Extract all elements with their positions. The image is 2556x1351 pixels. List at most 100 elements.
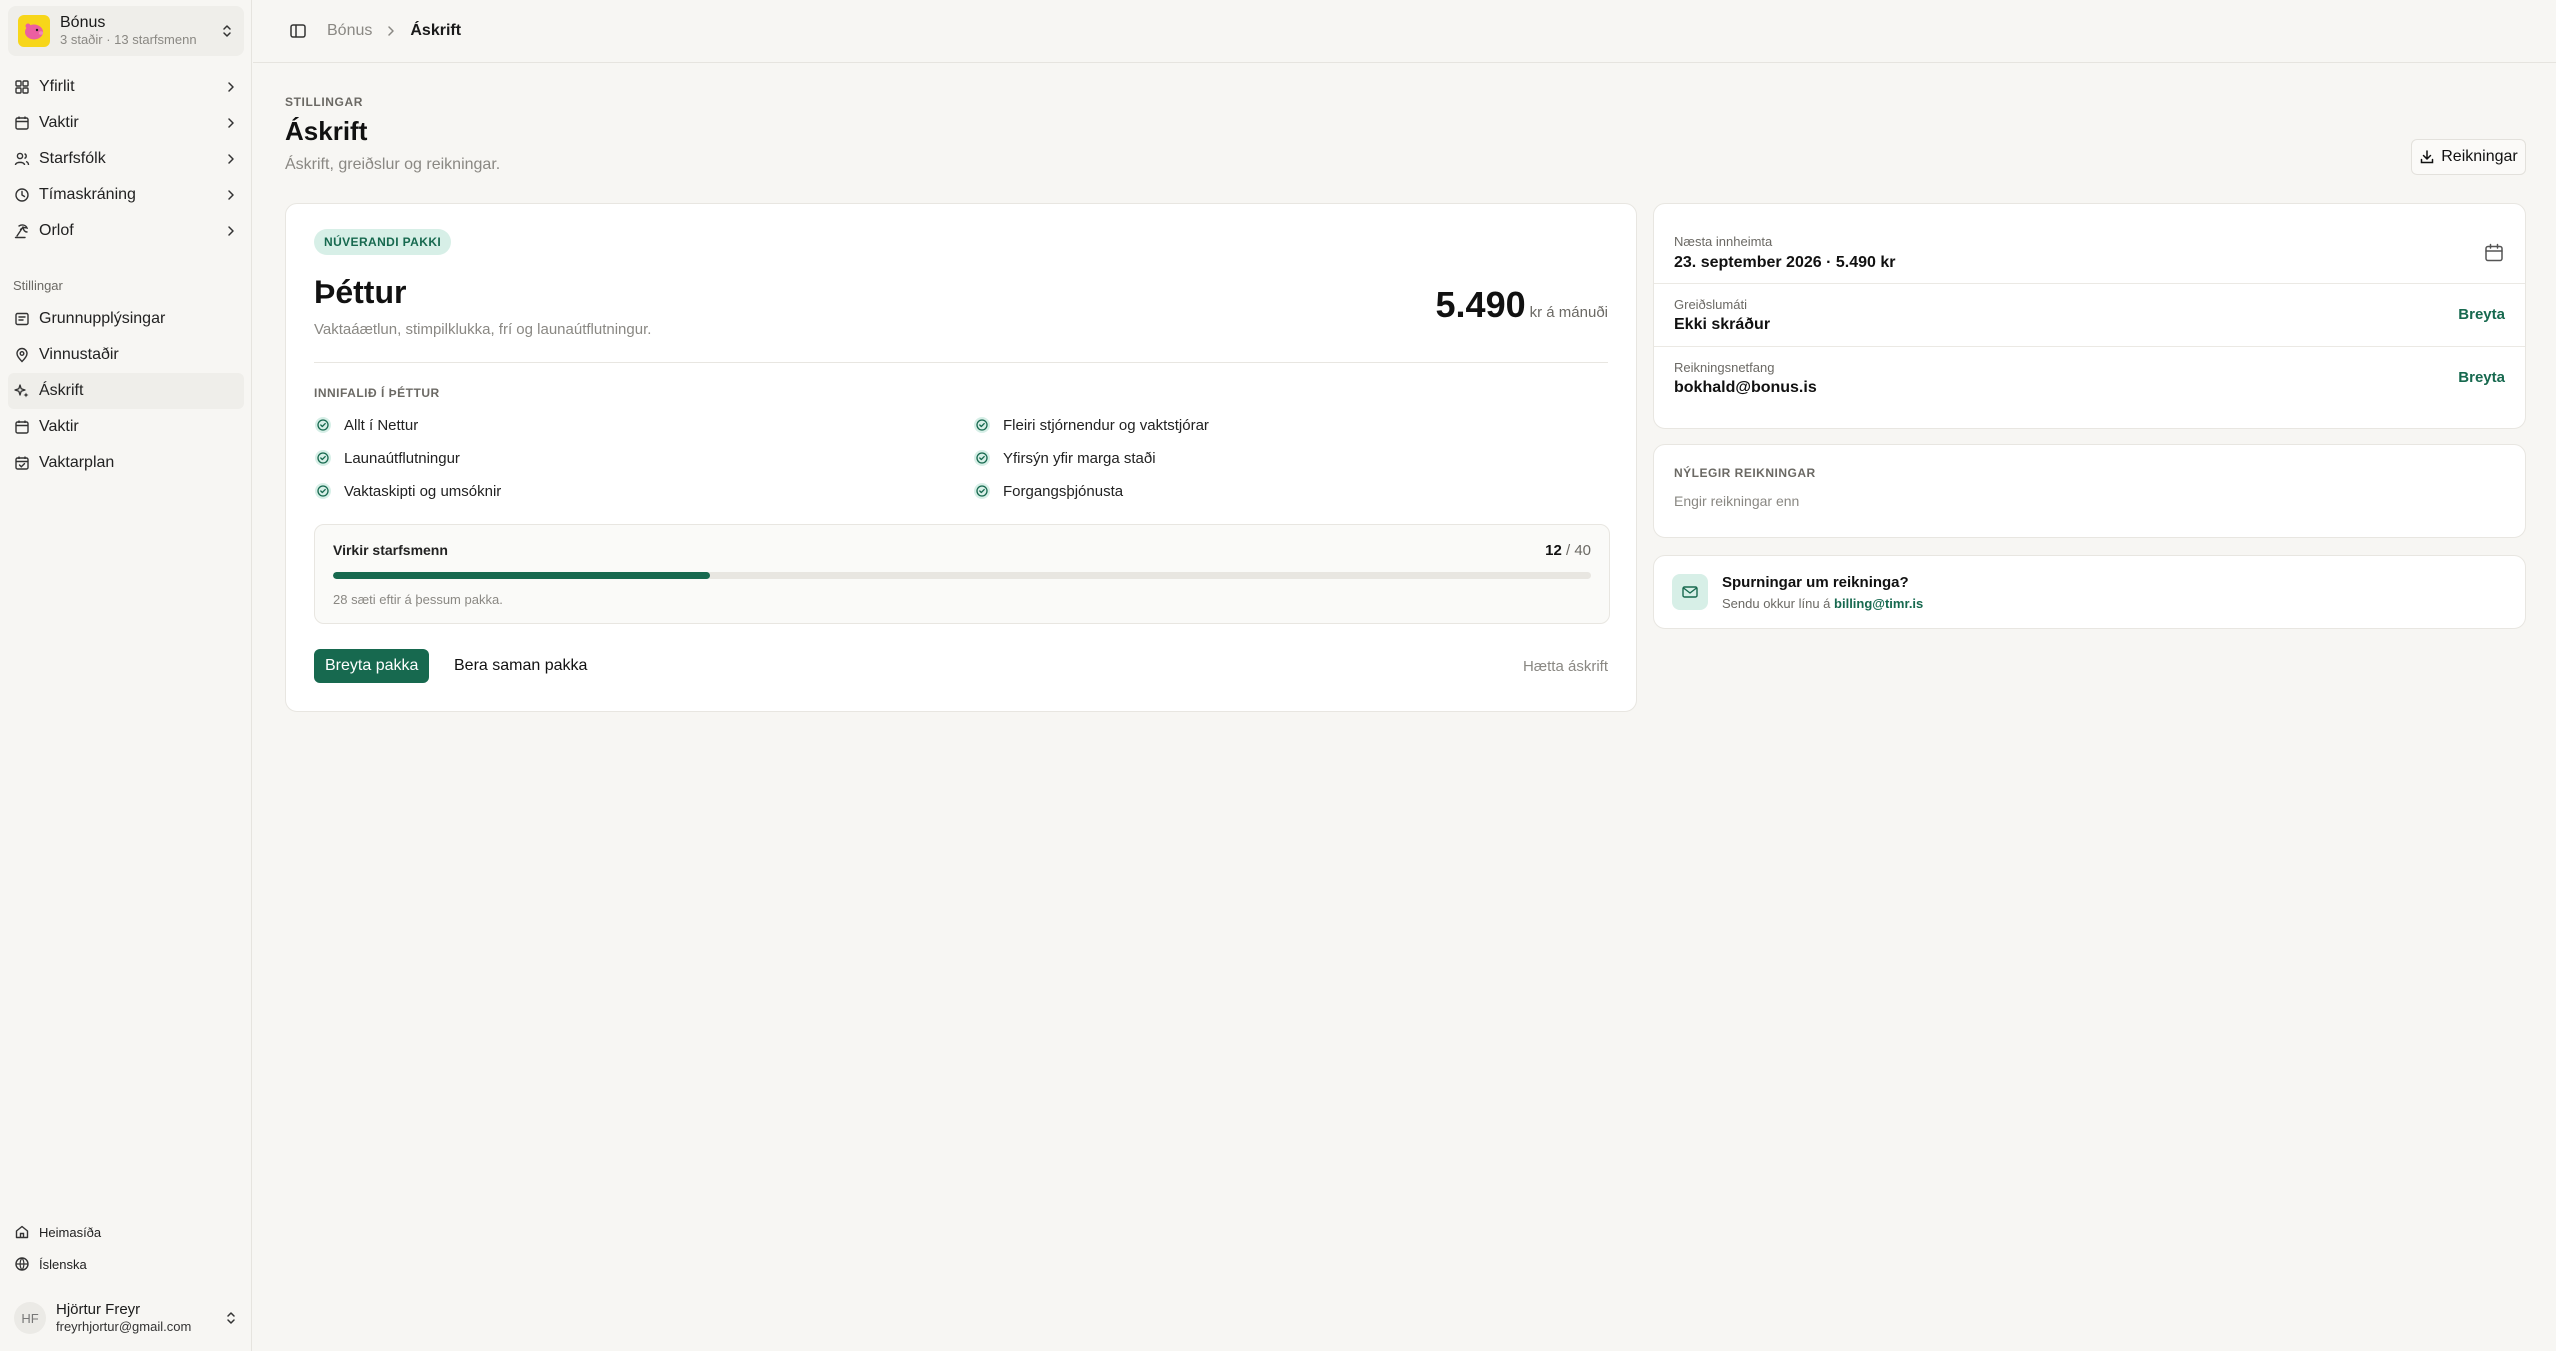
check-circle-icon — [973, 449, 991, 467]
billing-email-link[interactable]: billing@timr.is — [1834, 596, 1923, 611]
org-logo — [18, 15, 50, 47]
edit-billing-email-button[interactable]: Breyta — [2458, 369, 2505, 386]
nav-item-askrift[interactable]: Áskrift — [8, 373, 244, 409]
included-label: INNIFALIÐ Í ÞÉTTUR — [314, 386, 440, 400]
nav-item-timaskraning[interactable]: Tímaskráning — [8, 177, 244, 213]
chevron-right-icon — [384, 24, 398, 38]
nav-label: Áskrift — [39, 382, 84, 399]
help-text: Sendu okkur línu á billing@timr.is — [1722, 596, 1923, 611]
calendar-icon — [14, 419, 30, 435]
home-label: Heimasíða — [39, 1224, 102, 1240]
calendar-check-icon — [14, 455, 30, 471]
seats-count: 12 / 40 — [1545, 542, 1591, 559]
page-title: Áskrift — [285, 116, 368, 146]
chevron-right-icon — [228, 154, 234, 164]
invoices-button[interactable]: Reikningar — [2411, 139, 2526, 175]
chevron-right-icon — [228, 190, 234, 200]
nav-label: Vinnustaðir — [39, 346, 119, 363]
chevron-right-icon — [228, 118, 234, 128]
feature-item: Launaútflutningur — [314, 449, 460, 467]
nav-item-starfsfolk[interactable]: Starfsfólk — [8, 141, 244, 177]
feature-label: Allt í Nettur — [344, 416, 419, 434]
feature-item: Forgangsþjónusta — [973, 482, 1123, 500]
compare-plans-button[interactable]: Bera saman pakka — [446, 649, 595, 683]
current-plan-badge: NÚVERANDI PAKKI — [314, 229, 452, 255]
org-name: Bónus — [60, 14, 106, 31]
check-circle-icon — [314, 416, 332, 434]
nav-section-settings: Stillingar — [13, 278, 63, 293]
divider — [314, 362, 1608, 363]
seats-progress-track — [333, 572, 1591, 579]
nav-item-vaktarplan[interactable]: Vaktarplan — [8, 445, 244, 481]
user-menu[interactable]: HF Hjörtur Freyr freyrhjortur@gmail.com — [8, 1296, 244, 1340]
plan-description: Vaktaáætlun, stimpilklukka, frí og launa… — [314, 321, 652, 338]
payment-method-row: Greiðslumáti Ekki skráður Breyta — [1654, 283, 2525, 346]
feature-label: Fleiri stjórnendur og vaktstjórar — [1003, 416, 1209, 434]
nav-item-grunnupplysingar[interactable]: Grunnupplýsingar — [8, 301, 244, 337]
seats-label: Virkir starfsmenn — [333, 542, 448, 558]
check-circle-icon — [314, 482, 332, 500]
feature-label: Launaútflutningur — [344, 449, 460, 467]
calendar-icon — [14, 115, 30, 131]
org-switcher[interactable]: Bónus 3 staðir · 13 starfsmenn — [8, 6, 244, 56]
cancel-subscription-button[interactable]: Hætta áskrift — [1523, 649, 1608, 683]
change-plan-button[interactable]: Breyta pakka — [314, 649, 430, 683]
check-circle-icon — [973, 482, 991, 500]
chevron-right-icon — [228, 226, 234, 236]
seats-note: 28 sæti eftir á þessum pakka. — [333, 592, 503, 607]
feature-item: Vaktaskipti og umsóknir — [314, 482, 501, 500]
main-nav: Yfirlit Vaktir Starfsfólk Tímaskráning O… — [8, 69, 244, 249]
billing-email-row: Reikningsnetfang bokhald@bonus.is Breyta — [1654, 346, 2525, 430]
sidebar-toggle-icon[interactable] — [289, 22, 307, 40]
feature-label: Vaktaskipti og umsóknir — [344, 482, 502, 500]
billing-help-card: Spurningar um reikninga? Sendu okkur lín… — [1653, 555, 2526, 629]
language-selector[interactable]: Íslenska — [8, 1248, 244, 1280]
invoices-button-label: Reikningar — [2441, 148, 2518, 165]
billing-info-card: Næsta innheimta 23. september 2026 · 5.4… — [1653, 203, 2526, 429]
avatar: HF — [14, 1302, 46, 1334]
next-billing-row: Næsta innheimta 23. september 2026 · 5.4… — [1654, 204, 2525, 283]
nav-label: Vaktir — [39, 418, 79, 435]
chevrons-up-down-icon — [223, 25, 231, 37]
feature-label: Forgangsþjónusta — [1003, 482, 1124, 500]
recent-invoices-title: NÝLEGIR REIKNINGAR — [1674, 466, 1816, 480]
users-icon — [14, 151, 30, 167]
nav-label: Tímaskráning — [39, 186, 136, 203]
next-billing-label: Næsta innheimta — [1674, 234, 1773, 249]
seats-progress-fill — [333, 572, 711, 579]
breadcrumb-root[interactable]: Bónus — [327, 22, 372, 40]
nav-item-vaktir-settings[interactable]: Vaktir — [8, 409, 244, 445]
nav-item-yfirlit[interactable]: Yfirlit — [8, 69, 244, 105]
download-icon — [2419, 149, 2435, 165]
payment-method-value: Ekki skráður — [1674, 316, 1771, 333]
nav-item-vinnustadir[interactable]: Vinnustaðir — [8, 337, 244, 373]
piggy-logo-icon — [25, 23, 44, 40]
price-unit: kr á mánuði — [1529, 304, 1608, 321]
billing-email-value: bokhald@bonus.is — [1674, 379, 1817, 396]
seats-usage-box: Virkir starfsmenn 12 / 40 28 sæti eftir … — [314, 524, 1610, 624]
home-icon — [14, 1224, 30, 1240]
chevron-right-icon — [228, 82, 234, 92]
org-meta: 3 staðir · 13 starfsmenn — [60, 32, 197, 47]
billing-email-label: Reikningsnetfang — [1674, 360, 1775, 375]
nav-label: Yfirlit — [39, 78, 75, 95]
edit-payment-button[interactable]: Breyta — [2458, 306, 2505, 323]
nav-item-vaktir[interactable]: Vaktir — [8, 105, 244, 141]
seats-used: 12 — [1545, 542, 1562, 559]
feature-item: Allt í Nettur — [314, 416, 418, 434]
feature-label: Yfirsýn yfir marga staði — [1003, 449, 1156, 467]
payment-method-label: Greiðslumáti — [1674, 297, 1747, 312]
nav-item-orlof[interactable]: Orlof — [8, 213, 244, 249]
nav-label: Orlof — [39, 222, 74, 239]
nav-label: Starfsfólk — [39, 150, 106, 167]
map-pin-icon — [14, 347, 30, 363]
home-link[interactable]: Heimasíða — [8, 1216, 244, 1248]
check-circle-icon — [973, 416, 991, 434]
nav-label: Vaktarplan — [39, 454, 115, 471]
leave-icon — [14, 223, 30, 239]
feature-item: Fleiri stjórnendur og vaktstjórar — [973, 416, 1209, 434]
plan-name: Þéttur — [314, 274, 407, 310]
chevrons-up-down-icon — [227, 1312, 235, 1324]
info-icon — [14, 311, 30, 327]
seats-total: 40 — [1574, 542, 1591, 559]
